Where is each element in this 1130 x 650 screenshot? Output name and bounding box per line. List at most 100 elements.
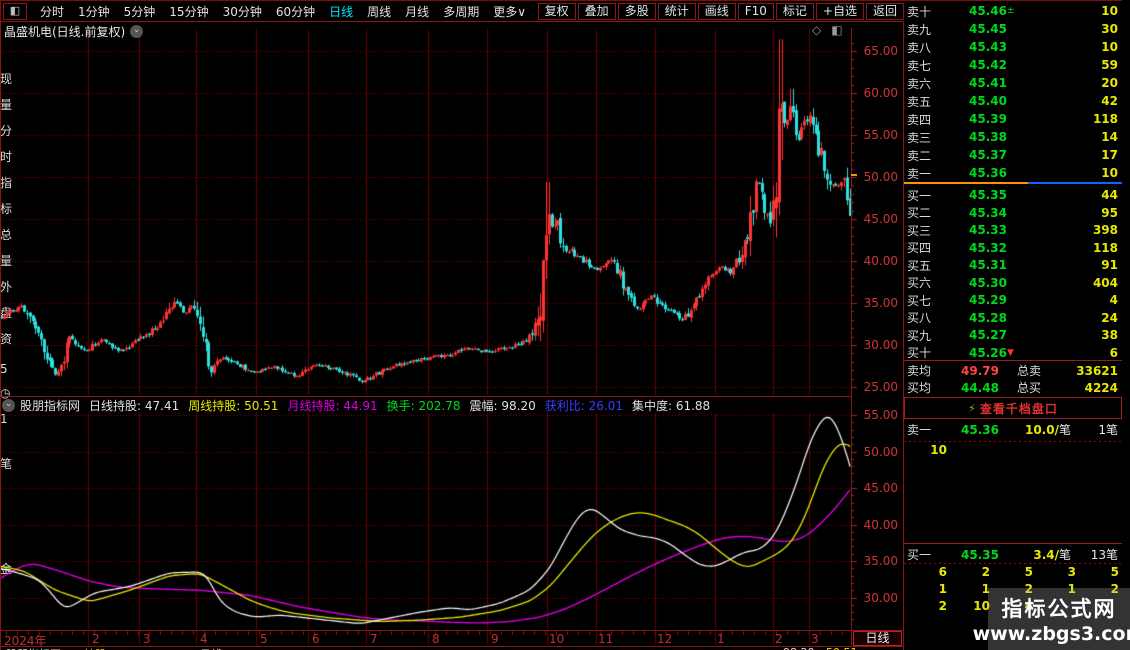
sell-level-row[interactable]: 卖二 45.37 17 (904, 146, 1122, 164)
level-qty: 118 (1092, 112, 1118, 126)
indicator-dropdown-icon[interactable]: ⌄ (2, 398, 15, 412)
menu-action-叠加[interactable]: 叠加 (577, 2, 616, 20)
sell-level-row[interactable]: 卖四 45.39 118 (904, 110, 1122, 128)
buy-level-row[interactable]: 买四 45.32 118 (904, 239, 1122, 257)
y-axis-label-main: 60.00 (863, 86, 898, 100)
avg-label: 卖均 (907, 364, 932, 378)
level-qty: 42 (1101, 94, 1118, 108)
sell-level-row[interactable]: 卖八 45.43 10 (904, 38, 1122, 56)
indicator-field: 换手: 202.78 (386, 398, 461, 413)
level-label: 买九 (907, 328, 932, 343)
current-price-tick (851, 174, 857, 176)
menu-action-画线[interactable]: 画线 (697, 2, 736, 20)
queue-cell: 10 (930, 443, 947, 457)
level-label: 卖二 (907, 148, 932, 163)
level-qty: 59 (1101, 58, 1118, 72)
sell-level-row[interactable]: 卖六 45.41 20 (904, 74, 1122, 92)
tab-period-多周期[interactable]: 多周期 (436, 3, 486, 20)
top-menu-bar: ◧ 分时 1分钟 5分钟 15分钟 30分钟 60分钟 日线 周线 月线 多周期 更多∨ 复权 叠加多… (0, 0, 904, 22)
buy-level-row[interactable]: 买十 45.26 ▼ 6 (904, 344, 1122, 362)
indicator-field: 震幅: 98.20 (469, 398, 536, 413)
chart-title-bar: 晶盛机电(日线.前复权) ⌄ (4, 23, 144, 40)
dotted-divider (904, 563, 1122, 564)
menu-action-返回[interactable]: 返回 (865, 2, 904, 20)
level-qty: 10 (1101, 40, 1118, 54)
level-qty: 95 (1101, 205, 1118, 220)
menu-action-+自选[interactable]: +自选 (815, 2, 864, 20)
buy-level-row[interactable]: 买二 45.34 95 (904, 204, 1122, 222)
chart-corner-icons[interactable]: ◇◧ (812, 23, 853, 37)
clipped-text: 持股: 50.51 (84, 646, 145, 650)
tab-period-更多∨[interactable]: 更多∨ (486, 3, 533, 20)
title-dropdown-icon[interactable]: ⌄ (130, 25, 144, 38)
tab-period-日线[interactable]: 日线 (322, 3, 360, 20)
sell-level-row[interactable]: 卖七 45.42 59 (904, 56, 1122, 74)
level-price: 45.32 (969, 240, 1007, 255)
avg-value: 44.48 (961, 380, 999, 395)
x-axis-month-label: 12 (657, 632, 673, 646)
tab-period-月线[interactable]: 月线 (398, 3, 436, 20)
tab-period-15分钟[interactable]: 15分钟 (162, 3, 215, 20)
buy-level-row[interactable]: 买八 45.28 24 (904, 309, 1122, 327)
sell-one-detail-row[interactable]: 卖一 45.36 10.0/笔 1笔 (904, 421, 1122, 438)
panel-divider[interactable] (0, 396, 851, 397)
queue-row: 10 (904, 443, 1122, 460)
level-qty: 38 (1101, 328, 1118, 342)
level-price: 45.30 (969, 275, 1007, 290)
menu-action-复权[interactable]: 复权 (537, 2, 576, 20)
indicator-field: 日线持股: 47.41 (89, 398, 180, 413)
level-label: 买一 (907, 188, 932, 203)
buy-one-detail-row[interactable]: 买一 45.35 3.4/笔 13笔 (904, 546, 1122, 563)
menu-action-F10[interactable]: F10 (737, 2, 774, 20)
tab-period-5分钟[interactable]: 5分钟 (117, 3, 163, 20)
queue-cell: 6 (938, 565, 947, 579)
level-label: 卖四 (907, 112, 932, 127)
level-label: 卖十 (907, 4, 932, 19)
level-qty: 10 (1101, 4, 1118, 18)
menu-action-统计[interactable]: 统计 (657, 2, 696, 20)
buy-level-row[interactable]: 买七 45.29 4 (904, 291, 1122, 309)
average-row: 买均 44.48 总买 4224 (904, 379, 1122, 396)
site-watermark: 指标公式网 www.zbgs3.com (973, 588, 1130, 650)
level-price: 45.43 (969, 40, 1007, 54)
menu-action-多股[interactable]: 多股 (617, 2, 656, 20)
level-qty: 30 (1101, 22, 1118, 36)
sell-one-count: 1笔 (1098, 423, 1118, 437)
level-qty: 91 (1101, 258, 1118, 272)
period-box[interactable]: 日线 (853, 631, 902, 646)
level-price: 45.38 (969, 130, 1007, 144)
level-qty: 404 (1092, 275, 1118, 290)
indicator-field: 周线持股: 50.51 (188, 398, 279, 413)
buy-level-row[interactable]: 买六 45.30 404 (904, 274, 1122, 292)
buy-level-row[interactable]: 买三 45.33 398 (904, 221, 1122, 239)
sell-level-row[interactable]: 卖五 45.40 42 (904, 92, 1122, 110)
sell-level-row[interactable]: 卖九 45.45 30 (904, 20, 1122, 38)
buy-level-row[interactable]: 买一 45.35 44 (904, 186, 1122, 204)
level-label: 买三 (907, 223, 932, 238)
y-axis-label-main: 55.00 (863, 128, 898, 142)
candlestick-chart-canvas[interactable] (0, 0, 905, 650)
app-panel-icon[interactable]: ◧ (3, 2, 27, 20)
sell-level-row[interactable]: 卖十 45.46 ±10 (904, 2, 1122, 20)
tab-period-周线[interactable]: 周线 (360, 3, 398, 20)
level-label: 卖三 (907, 130, 932, 145)
level-price: 45.39 (969, 112, 1007, 126)
buy-level-row[interactable]: 买五 45.31 91 (904, 256, 1122, 274)
buy-level-row[interactable]: 买九 45.27 38 (904, 326, 1122, 344)
x-axis: 日线 2024年 2 3 4 5 6 7 8 9 10 11 12 1 2 3 (0, 630, 903, 648)
queue-cell: 10 (973, 599, 990, 613)
menu-action-标记[interactable]: 标记 (775, 2, 814, 20)
x-axis-month-label: 6 (312, 632, 320, 646)
tab-period-30分钟[interactable]: 30分钟 (216, 3, 269, 20)
level-label: 买四 (907, 241, 932, 255)
tab-period-分时[interactable]: 分时 (33, 3, 71, 20)
indicator-field: 获利比: 26.01 (544, 398, 623, 413)
thousand-level-button[interactable]: ⚡ 查看千档盘口 (904, 397, 1122, 419)
queue-cell: 5 (1110, 565, 1119, 579)
sell-level-row[interactable]: 卖一 45.36 10 (904, 164, 1122, 182)
tab-period-60分钟[interactable]: 60分钟 (269, 3, 322, 20)
level-price: 45.31 (969, 258, 1007, 272)
sell-level-row[interactable]: 卖三 45.38 14 (904, 128, 1122, 146)
sell-one-price: 45.36 (961, 422, 999, 437)
tab-period-1分钟[interactable]: 1分钟 (71, 3, 117, 20)
